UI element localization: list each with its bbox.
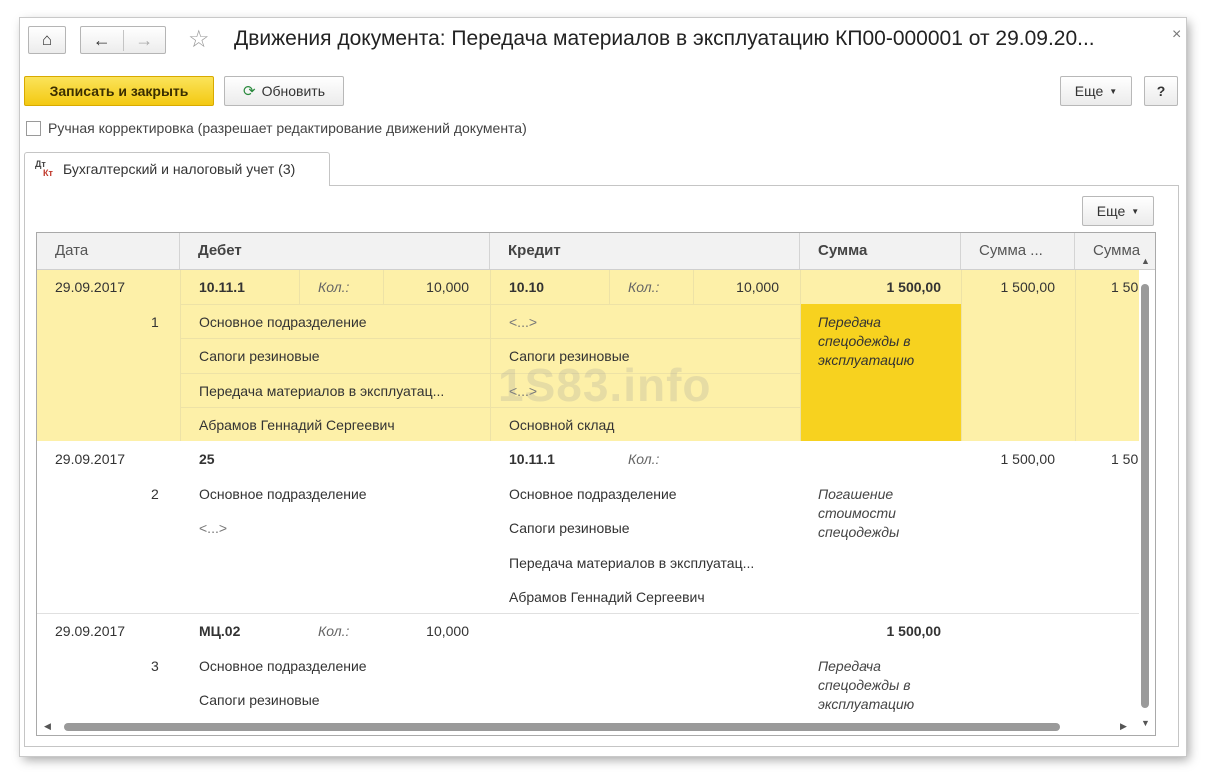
content-text: Погашение стоимости спецодежды	[818, 486, 900, 540]
arrow-left-icon: ←	[92, 29, 111, 50]
content-text: Передача спецодежды в эксплуатацию	[818, 658, 915, 712]
debit-subconto: Сапоги резиновые	[199, 692, 320, 708]
back-button[interactable]: ←	[81, 29, 124, 51]
sum-value: 1 500,00	[886, 279, 942, 295]
home-icon: ⌂	[41, 30, 53, 49]
debit-subconto: Основное подразделение	[199, 486, 367, 502]
debit-qty: 10,000	[426, 279, 469, 295]
arrow-right-icon: →	[135, 29, 154, 50]
refresh-label: Обновить	[261, 83, 325, 99]
horizontal-scrollbar[interactable]: ◀ ▶	[36, 718, 1138, 734]
credit-subconto: Передача материалов в эксплуатац...	[509, 555, 755, 571]
forward-button[interactable]: →	[124, 30, 166, 51]
refresh-button[interactable]: ⟳ Обновить	[224, 76, 344, 106]
credit-subconto: Основной склад	[509, 417, 615, 433]
scroll-up-icon[interactable]: ▲	[1141, 256, 1150, 266]
sum-tax-value: 1 500,00	[1000, 279, 1056, 295]
credit-subconto: Абрамов Геннадий Сергеевич	[509, 589, 705, 605]
debit-qty: 10,000	[426, 623, 469, 639]
watermark: 1S83.info	[498, 359, 712, 411]
window-title: Движения документа: Передача материалов …	[234, 27, 1095, 50]
grid-more-label: Еще	[1096, 203, 1126, 219]
debit-account: 25	[199, 451, 215, 467]
history-nav: ← →	[80, 26, 166, 54]
refresh-icon: ⟳	[243, 83, 256, 100]
scroll-right-icon[interactable]: ▶	[1120, 721, 1127, 732]
debit-account: 10.11.1	[199, 279, 245, 295]
row-number: 1	[151, 314, 159, 330]
scroll-left-icon[interactable]: ◀	[44, 721, 51, 732]
close-icon[interactable]: ×	[1172, 26, 1181, 44]
debit-subconto: Основное подразделение	[199, 314, 367, 330]
row-date: 29.09.2017	[55, 623, 126, 639]
column-header-date[interactable]: Дата	[37, 233, 180, 269]
credit-subconto: Основное подразделение	[509, 486, 677, 502]
column-header-debit[interactable]: Дебет	[180, 233, 490, 269]
horizontal-scroll-thumb[interactable]	[64, 723, 1060, 731]
row-number: 3	[151, 658, 159, 674]
manual-correction-checkbox[interactable]	[26, 121, 41, 136]
debit-subconto: <...>	[199, 520, 228, 536]
column-header-sum[interactable]: Сумма	[800, 233, 961, 269]
debit-subconto: Основное подразделение	[199, 658, 367, 674]
sum-tax-value: 1 500,00	[1000, 451, 1056, 467]
sum-value: 1 500,00	[886, 623, 942, 639]
row-date: 29.09.2017	[55, 279, 126, 295]
credit-qty-label: Кол.:	[628, 279, 660, 295]
help-button[interactable]: ?	[1144, 76, 1178, 106]
credit-account: 10.11.1	[509, 451, 555, 467]
sum-extra-value: 1 50	[1111, 279, 1139, 295]
more-label: Еще	[1074, 83, 1104, 99]
sum-extra-value: 1 50	[1111, 451, 1139, 467]
debit-qty-label: Кол.:	[318, 623, 350, 639]
grid-more-button[interactable]: Еще ▼	[1082, 196, 1154, 226]
more-button[interactable]: Еще ▼	[1060, 76, 1132, 106]
column-header-credit[interactable]: Кредит	[490, 233, 800, 269]
debit-subconto: Передача материалов в эксплуатац...	[199, 383, 445, 399]
tab-accounting-label: Бухгалтерский и налоговый учет (3)	[63, 161, 296, 177]
row-number: 2	[151, 486, 159, 502]
vertical-scrollbar[interactable]: ▲ ▼	[1138, 232, 1152, 736]
vertical-scroll-thumb[interactable]	[1141, 284, 1149, 708]
credit-qty: 10,000	[736, 279, 779, 295]
row-date: 29.09.2017	[55, 451, 126, 467]
debit-qty-label: Кол.:	[318, 279, 350, 295]
movements-table[interactable]: Дата Дебет Кредит Сумма Сумма ... Сумма …	[36, 232, 1156, 736]
home-button[interactable]: ⌂	[28, 26, 66, 54]
column-header-sum-tax[interactable]: Сумма ...	[961, 233, 1075, 269]
favorite-star-icon[interactable]: ☆	[188, 25, 210, 54]
debit-subconto: Сапоги резиновые	[199, 348, 320, 364]
debit-account: МЦ.02	[199, 623, 241, 639]
document-movements-window: ⌂ ← → ☆ Движения документа: Передача мат…	[20, 18, 1186, 756]
content-text: Передача спецодежды в эксплуатацию	[818, 314, 915, 368]
manual-correction-label: Ручная корректировка (разрешает редактир…	[48, 120, 527, 136]
caret-down-icon: ▼	[1131, 206, 1140, 216]
write-and-close-button[interactable]: Записать и закрыть	[24, 76, 214, 106]
scroll-down-icon[interactable]: ▼	[1141, 718, 1150, 728]
credit-subconto: Сапоги резиновые	[509, 520, 630, 536]
credit-account: 10.10	[509, 279, 545, 295]
debit-subconto: Абрамов Геннадий Сергеевич	[199, 417, 395, 433]
tab-accounting[interactable]: Дт Кт Бухгалтерский и налоговый учет (3)	[24, 152, 330, 186]
table-header: Дата Дебет Кредит Сумма Сумма ... Сумма	[37, 233, 1155, 270]
caret-down-icon: ▼	[1109, 86, 1118, 96]
debit-credit-icon: Дт Кт	[35, 159, 53, 178]
credit-subconto: <...>	[509, 314, 538, 330]
credit-qty-label: Кол.:	[628, 451, 660, 467]
